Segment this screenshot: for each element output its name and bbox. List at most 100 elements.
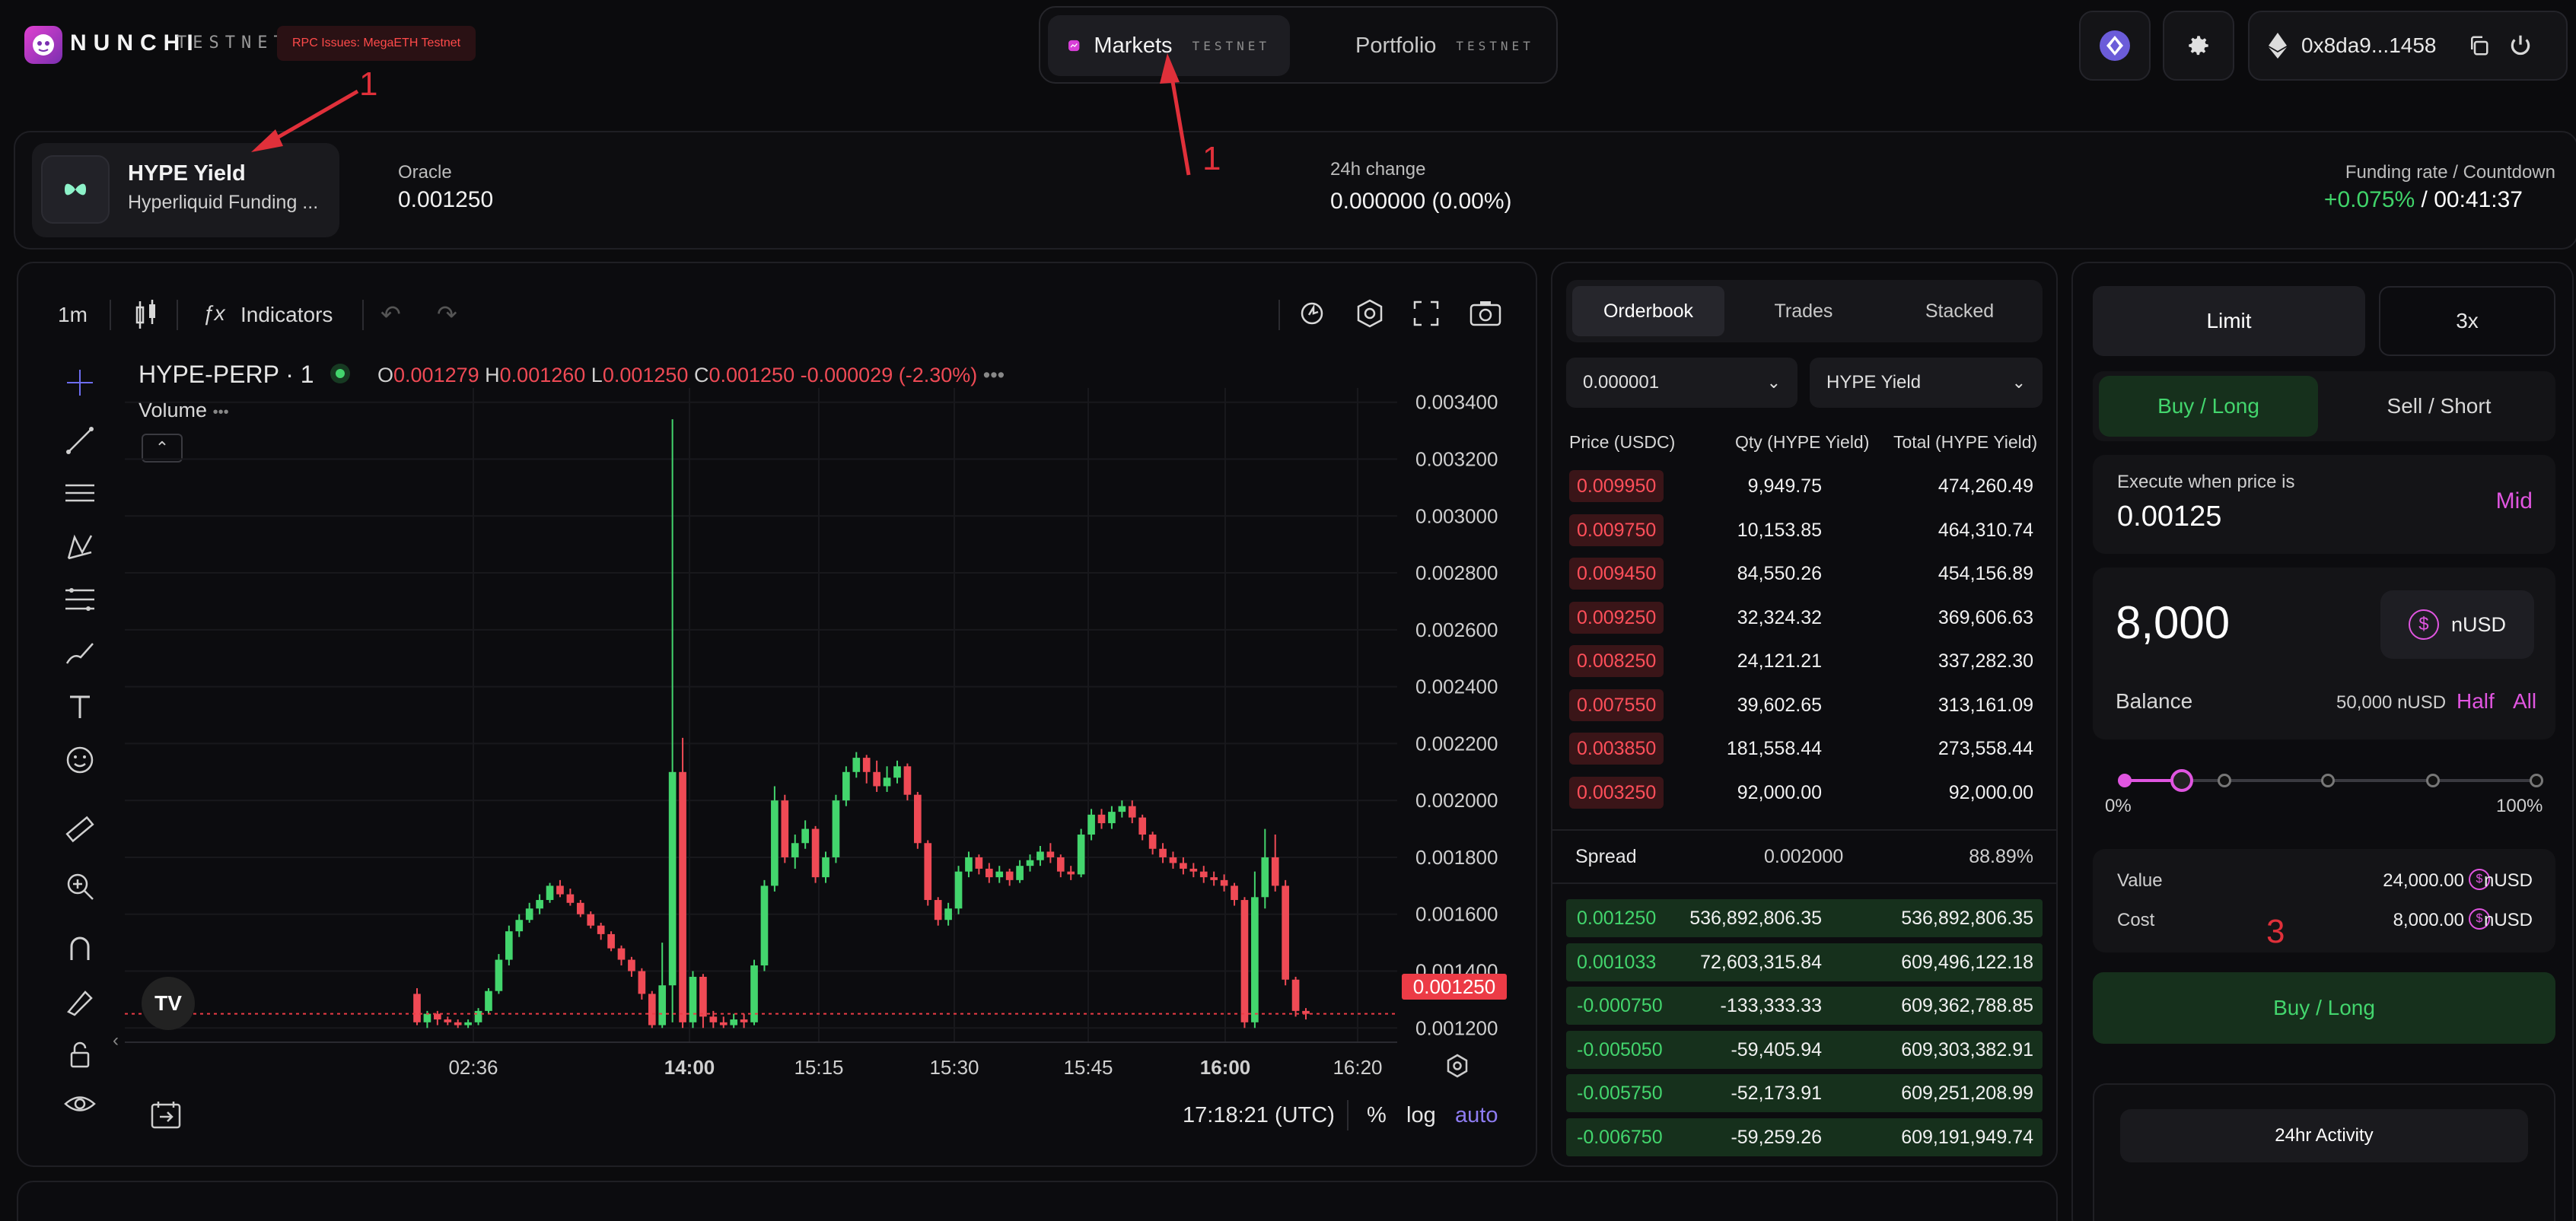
tab-trades[interactable]: Trades — [1727, 286, 1880, 336]
candle-body — [791, 843, 799, 857]
ask-row[interactable]: 0.009750 10,153.85 464,310.74 — [1566, 508, 2043, 551]
settings-hex-icon[interactable] — [1355, 298, 1385, 329]
market-filter-select[interactable]: HYPE Yield ⌄ — [1810, 358, 2043, 408]
price-chart[interactable]: 0.003400 0.003200 0.003000 0.002800 0.002600… — [122, 380, 1537, 1134]
bid-row[interactable]: 0.001250 536,892,806.35 536,892,806.35 — [1566, 896, 2043, 939]
text-icon[interactable] — [53, 688, 107, 726]
tab-stacked[interactable]: Stacked — [1883, 286, 2036, 336]
candle-body — [1251, 897, 1259, 1022]
emoji-icon[interactable] — [53, 741, 107, 779]
bid-row[interactable]: -0.000750 -133,333.33 609,362,788.85 — [1566, 984, 2043, 1026]
candle-body — [1199, 871, 1208, 878]
candle-body — [771, 800, 779, 886]
trigger-price-card[interactable]: Execute when price is 0.00125 Mid — [2093, 455, 2555, 554]
candle-body — [811, 828, 820, 878]
nunchi-logo-icon[interactable] — [24, 26, 62, 64]
funding-countdown: 00:41:37 — [2434, 187, 2523, 212]
ruler-icon[interactable] — [53, 811, 107, 849]
brush-icon[interactable] — [53, 634, 107, 673]
candle-body — [1148, 835, 1157, 849]
submit-buy-long-button[interactable]: Buy / Long — [2093, 972, 2555, 1044]
axis-settings-icon[interactable] — [1444, 1053, 1470, 1079]
network-switch-button[interactable] — [2079, 11, 2151, 81]
lock-drawing-icon[interactable] — [53, 983, 107, 1021]
candle-body — [658, 985, 667, 1025]
row-price: 0.003250 — [1569, 776, 1664, 809]
spread-row: Spread 0.002000 88.89% — [1551, 829, 2058, 884]
rpc-status-badge: RPC Issues: MegaETH Testnet — [277, 26, 476, 61]
amount-input[interactable]: 8,000 — [2116, 596, 2230, 649]
y-tick-label: 0.001200 — [1415, 1016, 1498, 1039]
row-price: 0.001250 — [1577, 908, 1657, 929]
chevron-left-icon[interactable]: ‹ — [113, 1030, 119, 1051]
candle-body — [832, 800, 840, 857]
interval-selector[interactable]: 1m — [58, 303, 88, 327]
pattern-icon[interactable] — [53, 528, 107, 566]
ask-row[interactable]: 0.003250 92,000.00 92,000.00 — [1566, 771, 2043, 813]
auto-toggle[interactable]: auto — [1455, 1103, 1498, 1128]
undo-icon[interactable]: ↶ — [381, 300, 401, 329]
execute-price-input[interactable]: 0.00125 — [2117, 501, 2221, 533]
copy-icon[interactable] — [2467, 34, 2490, 57]
log-toggle[interactable]: log — [1406, 1103, 1436, 1128]
percent-toggle[interactable]: % — [1367, 1103, 1387, 1128]
date-range-icon[interactable] — [149, 1099, 183, 1132]
eye-icon[interactable] — [53, 1085, 107, 1123]
redo-icon[interactable]: ↷ — [437, 300, 457, 329]
alert-icon[interactable] — [1298, 298, 1329, 329]
candle-body — [1169, 857, 1177, 863]
tab-portfolio[interactable]: Portfolio TESTNET — [1322, 15, 1550, 76]
bid-row[interactable]: 0.001033 72,603,315.84 609,496,122.18 — [1566, 940, 2043, 983]
tradingview-logo-icon[interactable]: TV — [142, 977, 195, 1030]
bid-row[interactable]: -0.005750 -52,173.91 609,251,208.99 — [1566, 1071, 2043, 1114]
wallet-button[interactable]: 0x8da9...1458 — [2248, 11, 2568, 81]
slider-stop[interactable] — [2426, 774, 2440, 787]
slider-stop[interactable] — [2218, 774, 2231, 787]
mid-price-button[interactable]: Mid — [2496, 488, 2533, 514]
buy-long-tab[interactable]: Buy / Long — [2099, 376, 2318, 437]
ask-row[interactable]: 0.009250 32,324.32 369,606.63 — [1566, 596, 2043, 638]
zoom-icon[interactable] — [53, 867, 107, 905]
all-button[interactable]: All — [2513, 689, 2536, 714]
half-button[interactable]: Half — [2457, 689, 2495, 714]
power-icon[interactable] — [2508, 33, 2533, 58]
slider-stop[interactable] — [2530, 774, 2543, 787]
indicators-button[interactable]: Indicators — [240, 303, 333, 327]
tab-orderbook[interactable]: Orderbook — [1572, 286, 1724, 336]
value-label: Value — [2117, 870, 2163, 891]
fullscreen-icon[interactable] — [1412, 300, 1440, 327]
candle-body — [1067, 871, 1075, 875]
slider-handle[interactable] — [2170, 769, 2193, 792]
sell-short-tab[interactable]: Sell / Short — [2329, 376, 2549, 437]
ask-row[interactable]: 0.009450 84,550.26 454,156.89 — [1566, 552, 2043, 594]
candle-type-icon[interactable] — [132, 298, 160, 332]
slider-stop[interactable] — [2118, 774, 2132, 787]
horizontal-lines-icon[interactable] — [53, 475, 107, 513]
bid-row[interactable]: -0.005050 -59,405.94 609,303,382.91 — [1566, 1028, 2043, 1070]
activity-24h-tab[interactable]: 24hr Activity — [2120, 1109, 2528, 1162]
ask-row[interactable]: 0.008250 24,121.21 337,282.30 — [1566, 639, 2043, 682]
tick-size-select[interactable]: 0.000001 ⌄ — [1566, 358, 1797, 408]
leverage-button[interactable]: 3x — [2379, 286, 2555, 356]
lock-icon[interactable] — [53, 1036, 107, 1074]
ask-row[interactable]: 0.003850 181,558.44 273,558.44 — [1566, 727, 2043, 769]
bid-row[interactable]: -0.006750 -59,259.26 609,191,949.74 — [1566, 1115, 2043, 1158]
camera-icon[interactable] — [1469, 298, 1502, 329]
fib-icon[interactable] — [53, 581, 107, 619]
row-total: 609,191,949.74 — [1901, 1126, 2033, 1148]
order-type-limit[interactable]: Limit — [2093, 286, 2365, 356]
candle-body — [1138, 817, 1147, 835]
x-tick-label: 16:00 — [1200, 1056, 1251, 1079]
slider-stop[interactable] — [2321, 774, 2335, 787]
magnet-icon[interactable] — [53, 930, 107, 968]
candle-body — [546, 886, 554, 901]
crosshair-icon[interactable] — [53, 364, 107, 402]
settings-button[interactable] — [2163, 11, 2234, 81]
candle-body — [975, 857, 983, 869]
row-price: -0.000750 — [1577, 995, 1663, 1016]
ask-row[interactable]: 0.009950 9,949.75 474,260.49 — [1566, 464, 2043, 507]
ask-row[interactable]: 0.007550 39,602.65 313,161.09 — [1566, 683, 2043, 726]
currency-select[interactable]: $ nUSD — [2380, 590, 2534, 659]
row-qty: -133,333.33 — [1720, 995, 1822, 1016]
trendline-icon[interactable] — [53, 421, 107, 459]
